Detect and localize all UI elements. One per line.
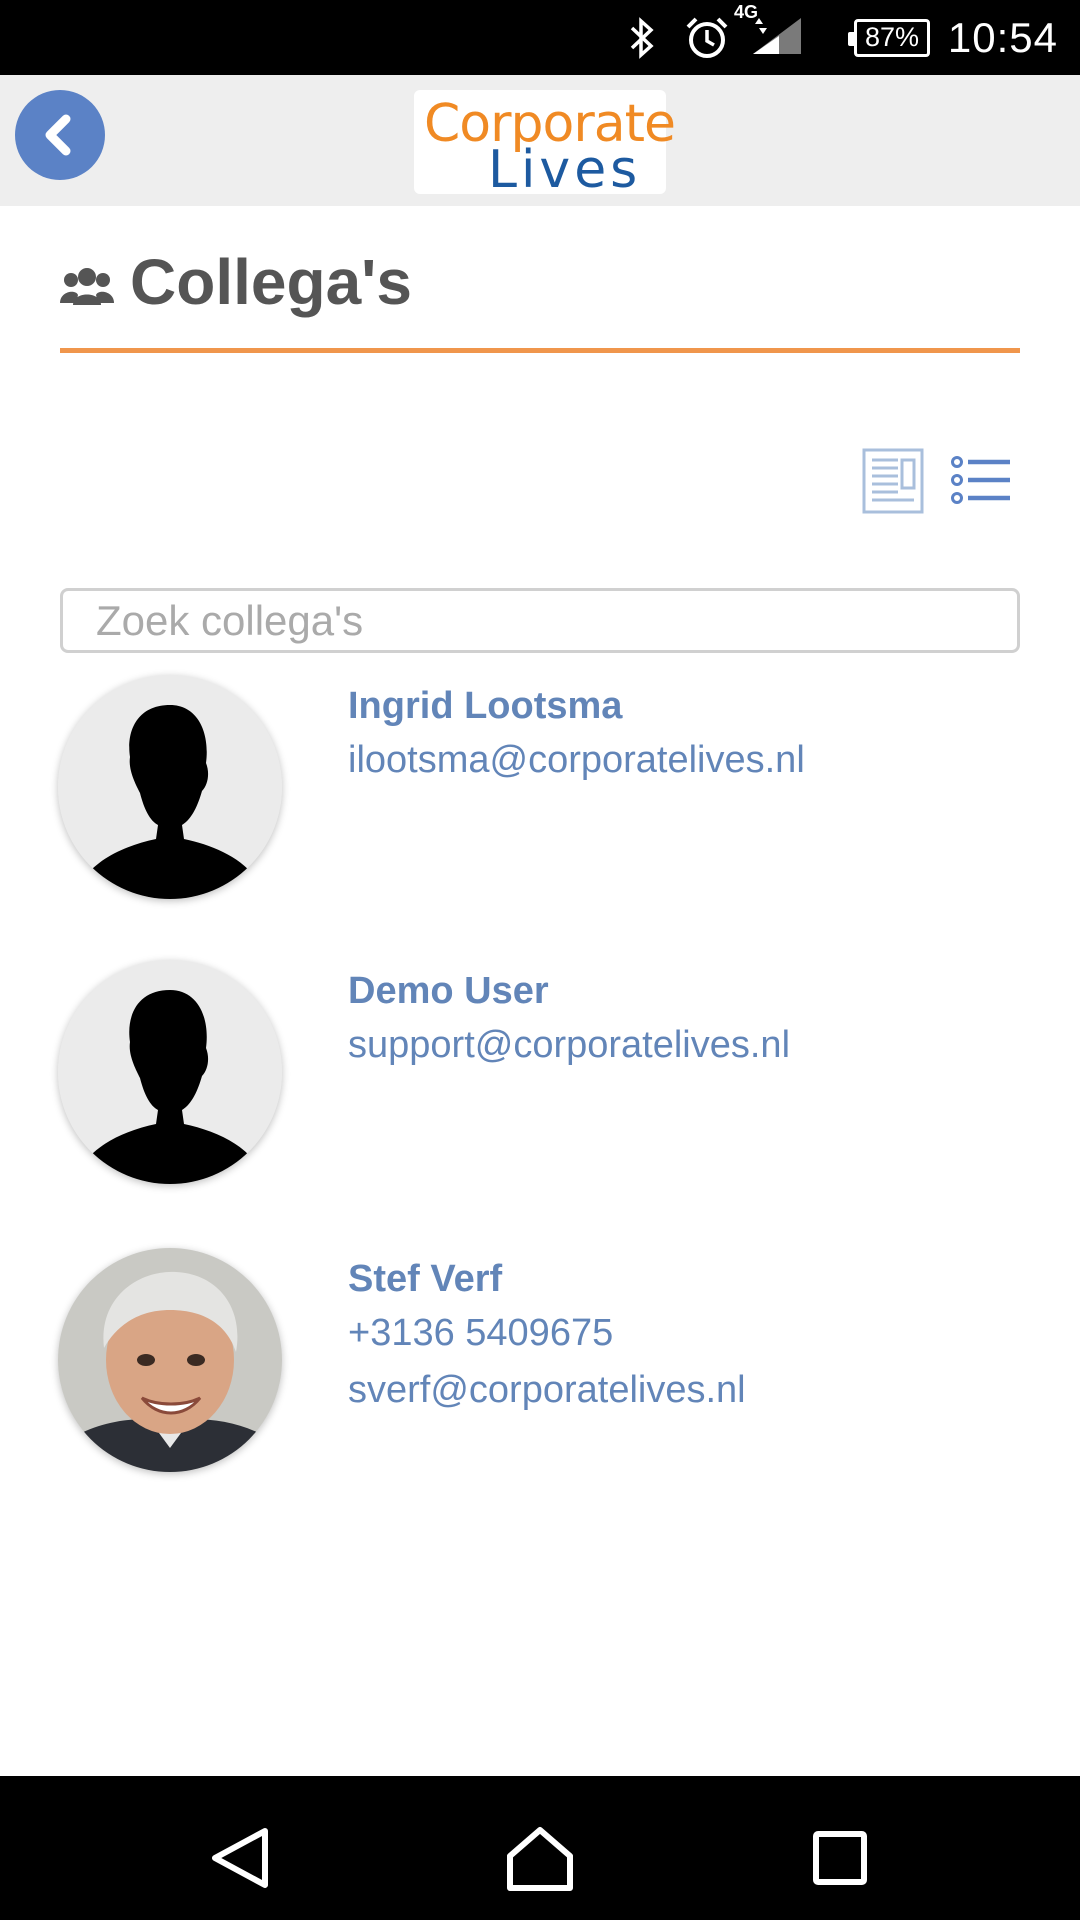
person-silhouette-icon (58, 675, 282, 899)
person-silhouette-icon (58, 960, 282, 1184)
grid-view-button[interactable] (862, 448, 924, 514)
back-button[interactable] (15, 90, 105, 180)
alarm-icon (684, 0, 730, 75)
contact-name[interactable]: Stef Verf (348, 1258, 502, 1301)
navigation-bar (0, 1776, 1080, 1920)
battery-percentage: 87% (864, 22, 920, 52)
nav-recents-button[interactable] (800, 1818, 880, 1898)
home-icon (507, 1827, 573, 1891)
avatar (58, 960, 282, 1184)
corporate-lives-logo: Corporate Lives (414, 90, 676, 200)
contact-name[interactable]: Ingrid Lootsma (348, 685, 622, 728)
group-icon (60, 268, 114, 305)
contact-email[interactable]: ilootsma@corporatelives.nl (348, 739, 805, 782)
contact-item[interactable]: Demo User support@corporatelives.nl (58, 960, 1018, 1190)
status-bar: 4G 87% 10:54 (0, 0, 1080, 75)
avatar (58, 675, 282, 899)
app-bar: Corporate Lives (0, 75, 1080, 206)
signal-icon (749, 0, 805, 75)
list-view-icon (951, 456, 1010, 504)
page-header: Collega's (60, 245, 1020, 353)
search-input[interactable] (60, 588, 1020, 653)
chevron-left-icon (45, 114, 71, 156)
contact-item[interactable]: Stef Verf +3136 5409675 sverf@corporatel… (58, 1248, 1018, 1478)
contact-item[interactable]: Ingrid Lootsma ilootsma@corporatelives.n… (58, 675, 1018, 905)
person-photo (58, 1248, 282, 1472)
battery-icon: 87% (848, 0, 930, 75)
contact-phone[interactable]: +3136 5409675 (348, 1312, 613, 1355)
logo-text-bottom: Lives (488, 140, 642, 200)
back-triangle-icon (212, 1828, 268, 1888)
grid-view-icon (862, 448, 924, 514)
nav-back-button[interactable] (200, 1818, 280, 1898)
list-view-button[interactable] (950, 448, 1014, 514)
status-time: 10:54 (947, 13, 1058, 61)
page-title: Collega's (130, 246, 412, 318)
bluetooth-icon (627, 0, 657, 75)
contact-email[interactable]: support@corporatelives.nl (348, 1024, 790, 1067)
recents-icon (813, 1831, 867, 1885)
nav-home-button[interactable] (500, 1818, 580, 1898)
contact-name[interactable]: Demo User (348, 970, 549, 1013)
avatar (58, 1248, 282, 1472)
contact-email[interactable]: sverf@corporatelives.nl (348, 1369, 746, 1412)
